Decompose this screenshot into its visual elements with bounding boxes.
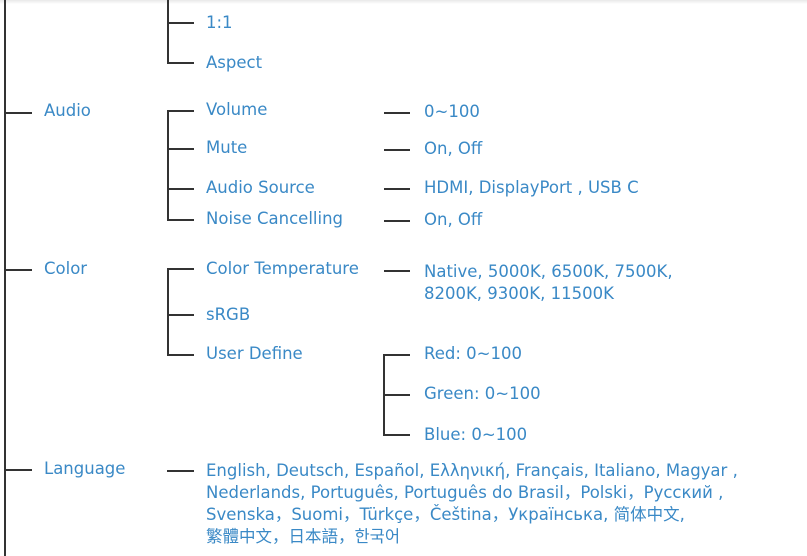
- branch-connector: [167, 110, 194, 112]
- value-connector: [383, 434, 410, 436]
- language-line-2: Nederlands, Português, Português do Bras…: [206, 483, 724, 502]
- value-connector: [167, 470, 194, 472]
- language-line-1: English, Deutsch, Español, Ελληνική, Fra…: [206, 461, 738, 480]
- osd-menu-tree: 1:1 Aspect Audio Volume Mute Audio Sourc…: [0, 0, 807, 556]
- value-connector: [384, 220, 410, 222]
- menu-mute: Mute: [206, 138, 248, 157]
- menu-item-aspect: Aspect: [206, 53, 263, 72]
- top-shadow: [0, 0, 807, 4]
- value-blue: Blue: 0~100: [424, 425, 528, 444]
- value-green: Green: 0~100: [424, 384, 541, 403]
- audio-branch-line: [167, 110, 169, 221]
- value-connector: [384, 149, 410, 151]
- value-connector: [383, 394, 410, 396]
- value-audio-source: HDMI, DisplayPort , USB C: [424, 178, 639, 197]
- menu-srgb: sRGB: [206, 305, 251, 324]
- menu-color-temperature: Color Temperature: [206, 259, 359, 278]
- color-branch-line: [167, 268, 169, 355]
- branch-connector: [4, 269, 32, 271]
- tree-trunk: [4, 0, 6, 556]
- branch-connector: [167, 268, 194, 270]
- value-connector: [384, 188, 410, 190]
- picture-branch-line: [167, 0, 169, 63]
- branch-connector: [167, 188, 194, 190]
- value-connector: [383, 354, 410, 356]
- menu-user-define: User Define: [206, 344, 303, 363]
- value-color-temperature-2: 8200K, 9300K, 11500K: [424, 284, 614, 303]
- menu-noise-cancelling: Noise Cancelling: [206, 209, 344, 228]
- value-mute: On, Off: [424, 139, 483, 158]
- value-connector: [384, 112, 410, 114]
- branch-connector: [167, 354, 194, 356]
- menu-volume: Volume: [206, 100, 268, 119]
- menu-item-1-1: 1:1: [206, 13, 233, 32]
- value-noise-cancelling: On, Off: [424, 210, 483, 229]
- branch-connector: [167, 314, 194, 316]
- menu-language: Language: [44, 459, 126, 478]
- value-color-temperature-1: Native, 5000K, 6500K, 7500K,: [424, 262, 673, 281]
- branch-connector: [167, 148, 194, 150]
- branch-connector: [167, 62, 194, 64]
- value-red: Red: 0~100: [424, 344, 522, 363]
- menu-color: Color: [44, 259, 88, 278]
- value-connector: [384, 270, 410, 272]
- menu-audio-source: Audio Source: [206, 178, 315, 197]
- branch-connector: [4, 469, 32, 471]
- language-line-4: 繁體中文，日本語，한국어: [206, 527, 401, 546]
- language-line-3: Svenska，Suomi，Türkçe，Čeština，Українська,…: [206, 505, 685, 524]
- branch-connector: [167, 22, 194, 24]
- branch-connector: [167, 219, 194, 221]
- value-volume: 0~100: [424, 102, 480, 121]
- menu-audio: Audio: [44, 101, 91, 120]
- branch-connector: [4, 112, 32, 114]
